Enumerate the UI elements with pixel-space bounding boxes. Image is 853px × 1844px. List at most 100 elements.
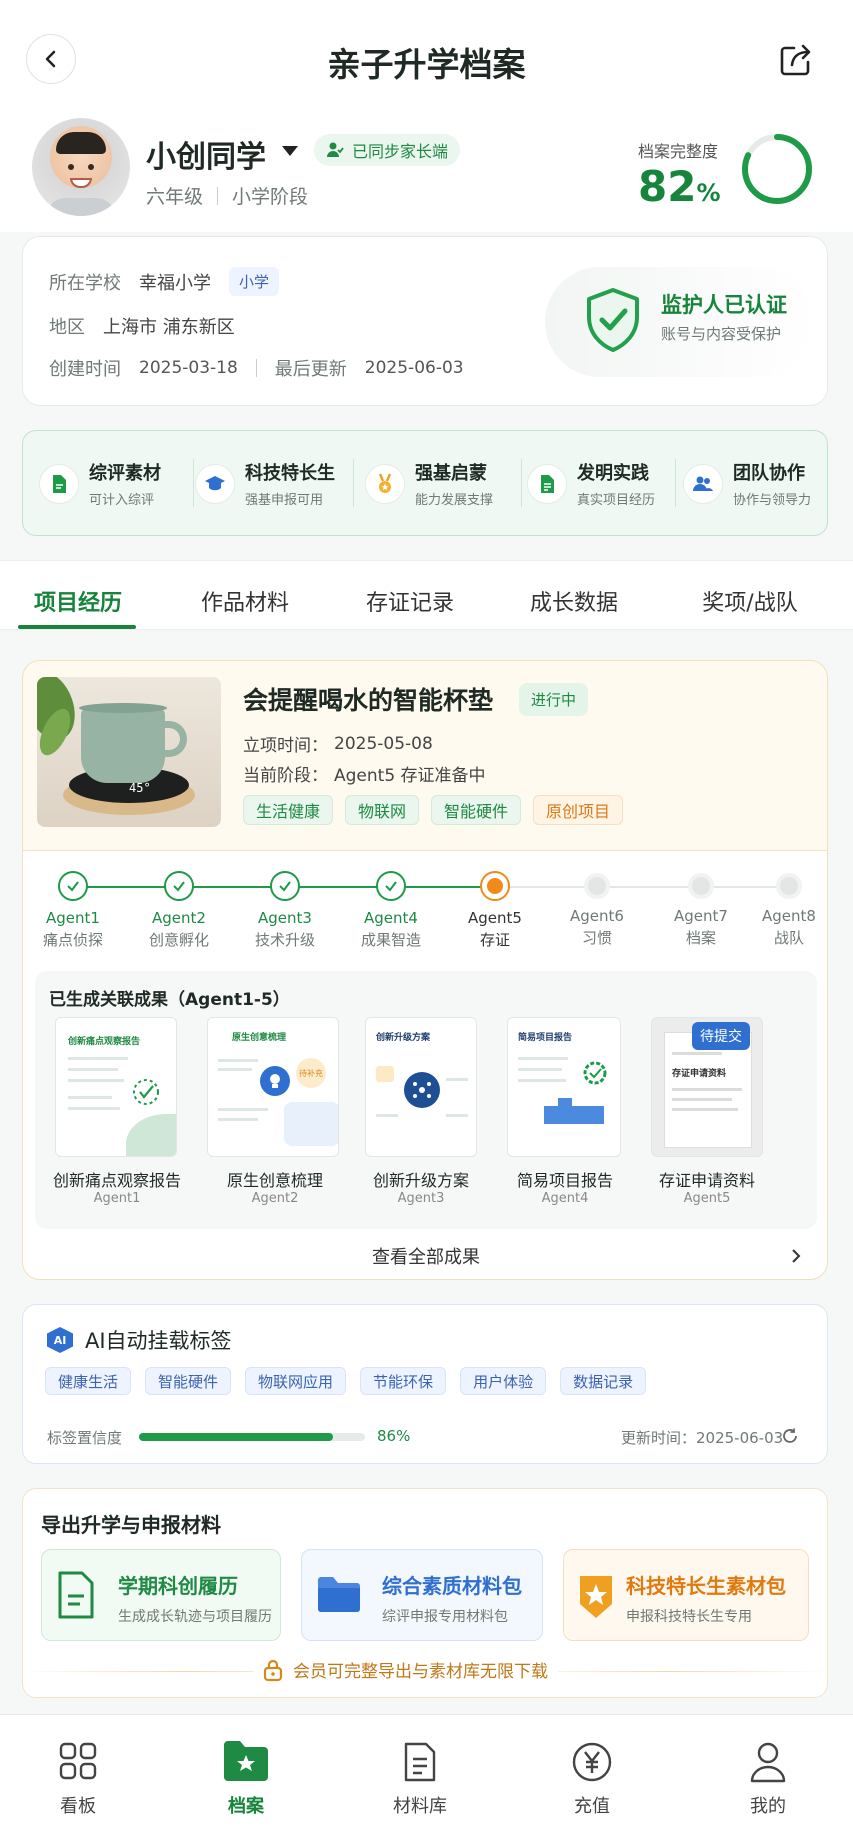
nav-label: 看板 bbox=[60, 1796, 96, 1817]
info-card: 所在学校 幸福小学 小学 地区 上海市 浦东新区 创建时间 2025-03-18… bbox=[22, 236, 828, 406]
step-item[interactable]: Agent1 痛点侦探 bbox=[33, 871, 113, 950]
step-item[interactable]: Agent2 创意孵化 bbox=[139, 871, 219, 950]
step-label: 档案 bbox=[685, 929, 716, 947]
step-item[interactable]: Agent3 技术升级 bbox=[245, 871, 325, 950]
tab-records[interactable]: 存证记录 bbox=[350, 585, 470, 617]
project-tag[interactable]: 智能硬件 bbox=[431, 795, 522, 825]
results-title: 已生成关联成果（Agent1-5） bbox=[49, 990, 290, 1010]
export-option-title: 科技特长生素材包 bbox=[626, 1574, 786, 1598]
quick-item[interactable]: 强基启蒙 能力发展支撑 bbox=[365, 459, 493, 508]
completeness-ring bbox=[742, 134, 812, 204]
check-icon bbox=[173, 881, 185, 892]
avatar[interactable] bbox=[32, 118, 130, 216]
check-icon bbox=[67, 881, 79, 892]
ai-tag[interactable]: 智能硬件 bbox=[145, 1367, 232, 1395]
confidence-label: 标签置信度 bbox=[47, 1429, 123, 1447]
profile-section: 小创同学 已同步家长端 六年级 小学阶段 档案完整度 82% bbox=[0, 112, 853, 232]
step-item[interactable]: Agent7 档案 bbox=[661, 871, 741, 948]
medal-icon bbox=[378, 473, 392, 493]
quick-item-title: 强基启蒙 bbox=[415, 463, 487, 484]
result-thumb[interactable]: 原生创意梳理 待补充 bbox=[207, 1017, 339, 1157]
completeness-number: 82 bbox=[638, 162, 697, 211]
region-label: 地区 bbox=[49, 317, 85, 338]
member-note[interactable]: 会员可完整导出与素材库无限下载 bbox=[253, 1657, 558, 1682]
check-icon bbox=[279, 881, 291, 892]
result-thumb[interactable]: 简易项目报告 bbox=[507, 1017, 621, 1157]
ai-tag[interactable]: 节能环保 bbox=[360, 1367, 447, 1395]
guardian-panel[interactable]: 监护人已认证 账号与内容受保护 bbox=[545, 267, 815, 377]
share-button[interactable] bbox=[776, 40, 816, 80]
pending-badge: 待提交 bbox=[692, 1022, 750, 1050]
quick-item-sub: 可计入综评 bbox=[89, 493, 155, 508]
completeness-unit: % bbox=[696, 179, 721, 207]
tab-works[interactable]: 作品材料 bbox=[185, 585, 305, 617]
project-image[interactable]: 45° bbox=[37, 677, 221, 827]
project-tag[interactable]: 原创项目 bbox=[533, 795, 624, 825]
nav-label: 我的 bbox=[750, 1796, 786, 1817]
start-value: 2025-05-08 bbox=[334, 733, 433, 754]
ai-tags-card: AI AI自动挂载标签 健康生活 智能硬件 物联网应用 节能环保 用户体验 数据… bbox=[22, 1304, 828, 1464]
project-tag[interactable]: 物联网 bbox=[345, 795, 420, 825]
step-agent: Agent3 bbox=[258, 909, 312, 927]
sync-badge-text: 已同步家长端 bbox=[352, 142, 449, 161]
refresh-icon[interactable] bbox=[781, 1427, 799, 1445]
export-option[interactable]: 学期科创履历 生成成长轨迹与项目履历 bbox=[41, 1549, 281, 1641]
result-agent: Agent4 bbox=[541, 1191, 589, 1206]
step-item[interactable]: Agent6 习惯 bbox=[557, 871, 637, 948]
step-agent: Agent2 bbox=[152, 909, 206, 927]
header: 亲子升学档案 bbox=[0, 0, 853, 112]
caret-down-icon[interactable] bbox=[282, 146, 298, 156]
project-tag[interactable]: 生活健康 bbox=[243, 795, 334, 825]
quick-item[interactable]: 科技特长生 强基申报可用 bbox=[195, 459, 335, 508]
share-icon bbox=[780, 44, 811, 76]
project-title[interactable]: 会提醒喝水的智能杯垫 bbox=[243, 681, 493, 717]
tab-projects[interactable]: 项目经历 bbox=[18, 585, 138, 617]
current-dot-icon bbox=[487, 878, 503, 894]
quick-item[interactable]: 发明实践 真实项目经历 bbox=[527, 459, 655, 508]
tab-growth[interactable]: 成长数据 bbox=[514, 585, 634, 617]
result-thumb[interactable]: 创新痛点观察报告 bbox=[55, 1017, 177, 1157]
nav-item-archive[interactable]: 档案 bbox=[196, 1737, 296, 1818]
quick-category-bar: 综评素材 可计入综评 科技特长生 强基申报可用 强基启蒙 能力发展支撑 发明实践 真实项… bbox=[22, 430, 828, 536]
export-option-sub: 综评申报专用材料包 bbox=[382, 1609, 508, 1625]
stepper: Agent1 痛点侦探 Agent2 创意孵化 Agent3 技术升级 Agent4 成… bbox=[23, 857, 829, 950]
ai-icon-text: AI bbox=[53, 1333, 67, 1347]
step-agent: Agent4 bbox=[364, 909, 418, 927]
step-label: 习惯 bbox=[581, 929, 612, 947]
file-icon bbox=[541, 474, 554, 493]
ai-tag[interactable]: 用户体验 bbox=[460, 1367, 547, 1395]
step-label: 创意孵化 bbox=[148, 931, 209, 949]
export-option-title: 综合素质材料包 bbox=[382, 1574, 522, 1598]
export-option[interactable]: 综合素质材料包 综评申报专用材料包 bbox=[301, 1549, 543, 1641]
nav-item-dashboard[interactable]: 看板 bbox=[28, 1741, 128, 1818]
completeness-value: 82% bbox=[638, 162, 721, 211]
step-item[interactable]: Agent8 战队 bbox=[749, 871, 829, 948]
student-name[interactable]: 小创同学 bbox=[146, 132, 266, 176]
view-all-results[interactable]: 查看全部成果 bbox=[23, 1231, 829, 1281]
step-label: 存证 bbox=[479, 931, 510, 949]
guardian-sub: 账号与内容受保护 bbox=[661, 325, 782, 343]
nav-item-profile[interactable]: 我的 bbox=[718, 1741, 818, 1818]
export-option[interactable]: 科技特长生素材包 申报科技特长生专用 bbox=[563, 1549, 809, 1641]
quick-item[interactable]: 团队协作 协作与领导力 bbox=[683, 459, 811, 508]
school-name: 幸福小学 bbox=[139, 272, 211, 294]
guardian-title: 监护人已认证 bbox=[661, 293, 787, 317]
tab-awards[interactable]: 奖项/战队 bbox=[680, 585, 820, 617]
nav-item-library[interactable]: 材料库 bbox=[370, 1741, 470, 1818]
ai-tag[interactable]: 健康生活 bbox=[45, 1367, 132, 1395]
view-all-label: 查看全部成果 bbox=[372, 1247, 480, 1268]
step-item[interactable]: Agent4 成果智造 bbox=[351, 871, 431, 950]
school-label: 所在学校 bbox=[49, 272, 121, 294]
step-agent: Agent8 bbox=[762, 907, 816, 925]
result-thumb[interactable]: 存证申请资料 待提交 bbox=[651, 1017, 763, 1157]
document-list-icon bbox=[404, 1742, 436, 1782]
step-item[interactable]: Agent5 存证 bbox=[455, 871, 535, 950]
quick-item[interactable]: 综评素材 可计入综评 bbox=[39, 459, 161, 508]
ai-tag[interactable]: 物联网应用 bbox=[245, 1367, 347, 1395]
nav-item-recharge[interactable]: 充值 bbox=[542, 1741, 642, 1818]
ai-tag[interactable]: 数据记录 bbox=[560, 1367, 647, 1395]
gear-check-icon bbox=[583, 1061, 607, 1085]
divider bbox=[217, 186, 219, 205]
result-name: 原生创意梳理 bbox=[226, 1171, 323, 1190]
result-thumb[interactable]: 创新升级方案 bbox=[365, 1017, 477, 1157]
